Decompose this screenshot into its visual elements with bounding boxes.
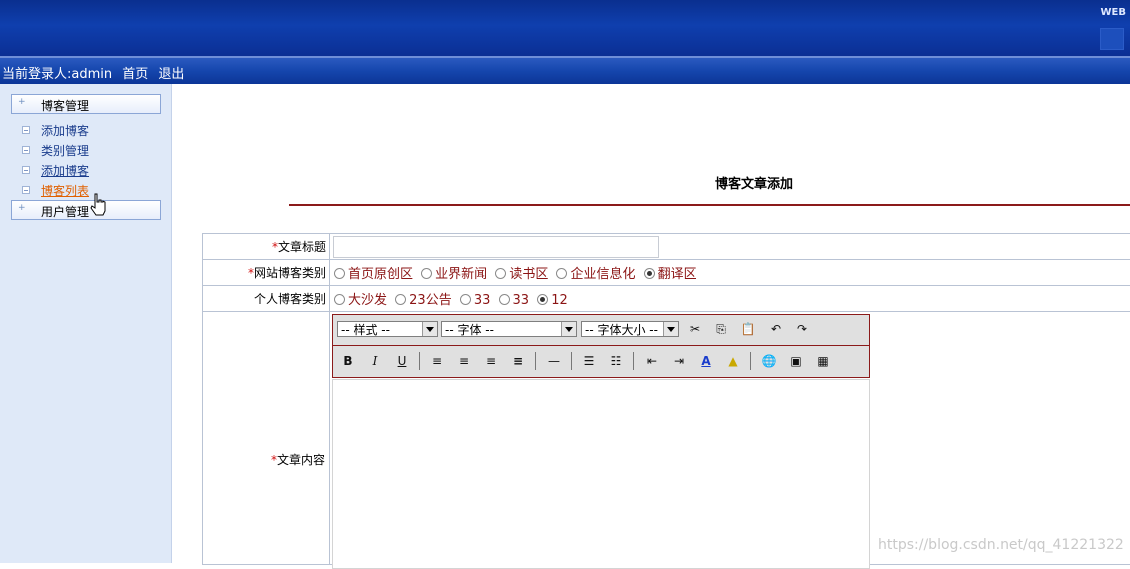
row-title: *文章标题 bbox=[203, 234, 1130, 260]
image-icon[interactable]: ▣ bbox=[786, 351, 806, 371]
unordered-list-icon[interactable]: ☷ bbox=[606, 351, 626, 371]
login-user-text: 当前登录人:admin bbox=[2, 67, 112, 82]
italic-button[interactable]: I bbox=[365, 351, 385, 371]
indent-icon[interactable]: ⇥ bbox=[669, 351, 689, 371]
site-radio-2[interactable]: 业界新闻 bbox=[421, 263, 487, 282]
row-content: -- 样式 -- -- 字体 -- -- 字体大小 -- ✂ ⎘ 📋 ↶ ↷ B… bbox=[203, 312, 1130, 565]
content-label: *文章内容 bbox=[202, 451, 325, 468]
undo-icon[interactable]: ↶ bbox=[766, 319, 786, 339]
link-icon[interactable]: 🌐 bbox=[759, 351, 779, 371]
highlight-icon[interactable]: ▲ bbox=[723, 351, 743, 371]
row-personal-category: 个人博客类别 大沙发 23公告 33 33 12 bbox=[203, 286, 1130, 312]
bold-button[interactable]: B bbox=[338, 351, 358, 371]
home-link[interactable]: 首页 bbox=[122, 67, 148, 82]
menu-group-blog[interactable]: + 博客管理 bbox=[11, 94, 161, 114]
title-divider bbox=[289, 204, 1130, 206]
row-site-category: *网站博客类别 首页原创区 业界新闻 读书区 企业信息化 翻译区 bbox=[203, 260, 1130, 286]
font-color-icon[interactable]: A bbox=[696, 351, 716, 371]
copy-icon[interactable]: ⎘ bbox=[711, 319, 731, 339]
bullet-icon bbox=[22, 166, 30, 174]
page-title: 博客文章添加 bbox=[715, 173, 793, 192]
content-editor[interactable] bbox=[332, 379, 870, 569]
site-radio-1[interactable]: 首页原创区 bbox=[334, 263, 413, 282]
logout-link[interactable]: 退出 bbox=[158, 67, 184, 82]
expand-icon: + bbox=[18, 97, 26, 107]
editor-toolbar: -- 样式 -- -- 字体 -- -- 字体大小 -- ✂ ⎘ 📋 ↶ ↷ B… bbox=[332, 314, 870, 378]
sidebar-item-label: 添加博客 bbox=[41, 122, 89, 139]
content-label-text: 文章内容 bbox=[277, 453, 325, 467]
banner-decoration bbox=[1100, 28, 1124, 50]
font-select[interactable]: -- 字体 -- bbox=[441, 321, 577, 337]
title-label-text: 文章标题 bbox=[278, 240, 326, 254]
align-left-icon[interactable]: ≡ bbox=[427, 351, 447, 371]
watermark: https://blog.csdn.net/qq_41221322 bbox=[878, 537, 1124, 553]
personal-radio-1[interactable]: 大沙发 bbox=[334, 289, 387, 308]
font-size-select[interactable]: -- 字体大小 -- bbox=[581, 321, 679, 337]
align-right-icon[interactable]: ≡ bbox=[481, 351, 501, 371]
bullet-icon bbox=[22, 146, 30, 154]
justify-icon[interactable]: ≡ bbox=[508, 351, 528, 371]
menu-group-user[interactable]: + 用户管理 bbox=[11, 200, 161, 220]
ordered-list-icon[interactable]: ☰ bbox=[579, 351, 599, 371]
blog-form: *文章标题 *网站博客类别 首页原创区 业界新闻 读书区 企业信息化 翻译区 个… bbox=[202, 233, 1130, 565]
site-radio-3[interactable]: 读书区 bbox=[495, 263, 548, 282]
table-icon[interactable]: ▦ bbox=[813, 351, 833, 371]
info-bar: 当前登录人:admin 首页 退出 bbox=[0, 58, 1130, 84]
bullet-icon bbox=[22, 186, 30, 194]
site-category-label: *网站博客类别 bbox=[203, 260, 330, 286]
personal-radio-2[interactable]: 23公告 bbox=[395, 289, 452, 308]
top-banner: WEB bbox=[0, 0, 1130, 58]
horizontal-rule-icon[interactable]: — bbox=[544, 351, 564, 371]
site-category-label-text: 网站博客类别 bbox=[254, 266, 326, 280]
personal-radio-4[interactable]: 33 bbox=[499, 293, 530, 308]
personal-radio-5[interactable]: 12 bbox=[537, 293, 568, 308]
paste-icon[interactable]: 📋 bbox=[738, 319, 758, 339]
redo-icon[interactable]: ↷ bbox=[792, 319, 812, 339]
align-center-icon[interactable]: ≡ bbox=[454, 351, 474, 371]
sidebar-item-label: 博客列表 bbox=[41, 182, 89, 199]
sidebar-item-label: 添加博客 bbox=[41, 162, 89, 179]
cut-icon[interactable]: ✂ bbox=[685, 319, 705, 339]
bullet-icon bbox=[22, 126, 30, 134]
personal-category-label: 个人博客类别 bbox=[203, 286, 330, 312]
expand-icon: + bbox=[18, 203, 26, 213]
site-radio-5[interactable]: 翻译区 bbox=[644, 263, 697, 282]
outdent-icon[interactable]: ⇤ bbox=[642, 351, 662, 371]
title-input[interactable] bbox=[333, 236, 659, 258]
brand-text: WEB bbox=[1101, 7, 1126, 18]
style-select[interactable]: -- 样式 -- bbox=[337, 321, 438, 337]
menu-group-label: 博客管理 bbox=[41, 97, 89, 114]
hand-cursor-icon bbox=[89, 193, 107, 217]
underline-button[interactable]: U bbox=[392, 351, 412, 371]
title-label: *文章标题 bbox=[203, 234, 330, 260]
site-radio-4[interactable]: 企业信息化 bbox=[556, 263, 635, 282]
menu-group-label: 用户管理 bbox=[41, 203, 89, 220]
sidebar-item-label: 类别管理 bbox=[41, 142, 89, 159]
personal-radio-3[interactable]: 33 bbox=[460, 293, 491, 308]
